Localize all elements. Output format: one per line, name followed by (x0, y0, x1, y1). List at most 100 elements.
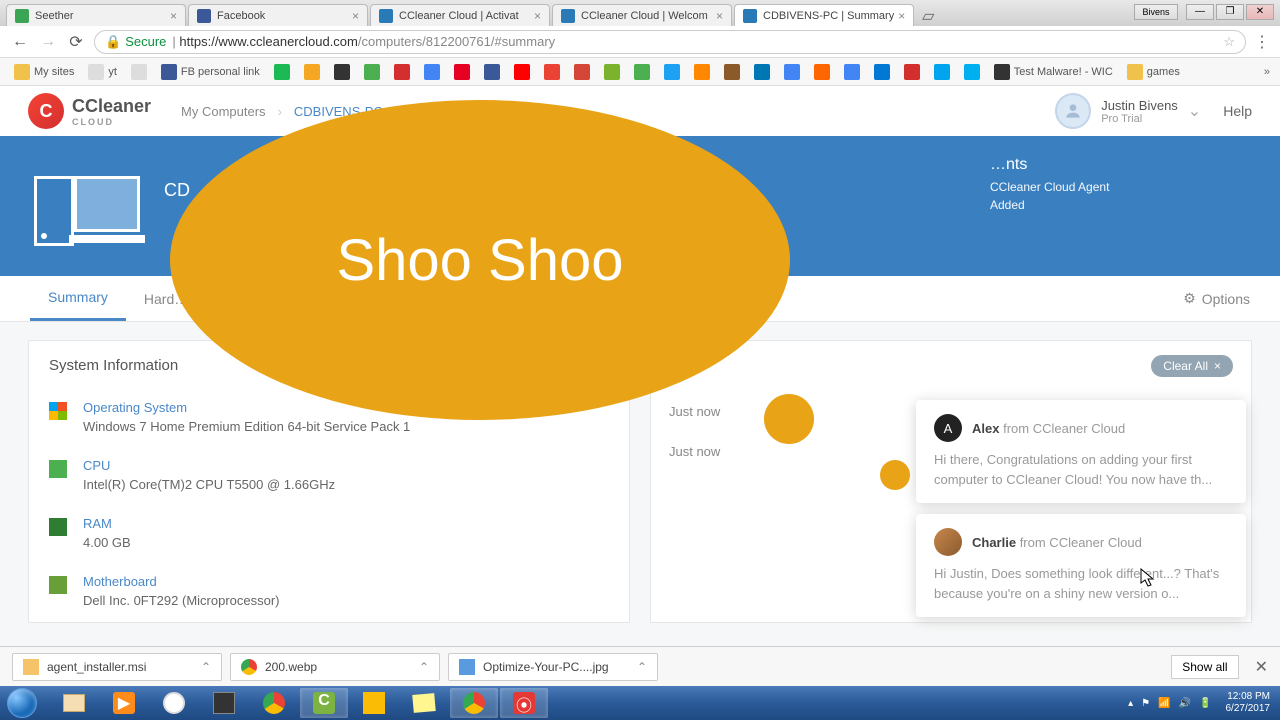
taskbar-explorer-icon[interactable] (50, 688, 98, 718)
cursor-icon (1140, 568, 1156, 593)
options-button[interactable]: ⚙Options (1183, 290, 1250, 307)
start-button[interactable] (0, 686, 44, 720)
close-downloads-bar[interactable]: ✕ (1255, 657, 1268, 677)
browser-menu-button[interactable]: ⋮ (1254, 32, 1270, 52)
bookmark-star-icon[interactable]: ☆ (1223, 34, 1235, 50)
tab-title: CCleaner Cloud | Activat (399, 10, 530, 22)
bookmark-item[interactable] (810, 62, 834, 82)
close-icon[interactable]: × (534, 9, 541, 23)
browser-tab-strip: Seether × Facebook × CCleaner Cloud | Ac… (0, 0, 1280, 26)
bookmark-item[interactable] (900, 62, 924, 82)
close-icon[interactable]: × (716, 9, 723, 23)
system-tray[interactable]: ▴ ⚑ 📶 🔊 🔋 12:08 PM 6/27/2017 (1128, 691, 1270, 715)
chevron-up-icon[interactable]: ⌃ (637, 660, 647, 674)
bookmark-item[interactable] (510, 62, 534, 82)
browser-tab[interactable]: CCleaner Cloud | Activat × (370, 4, 550, 26)
bookmark-favicon-icon (544, 64, 560, 80)
bookmark-item[interactable] (330, 62, 354, 82)
bookmark-favicon-icon (424, 64, 440, 80)
bookmark-favicon-icon (664, 64, 680, 80)
browser-tab[interactable]: Seether × (6, 4, 186, 26)
bookmark-item[interactable] (480, 62, 504, 82)
user-menu[interactable]: Justin Bivens Pro Trial ⌄ Help (1055, 93, 1252, 129)
close-window-button[interactable]: ✕ (1246, 4, 1274, 20)
chevron-up-icon[interactable]: ⌃ (419, 660, 429, 674)
bookmarks-overflow-button[interactable]: » (1264, 66, 1270, 78)
chrome-user-badge[interactable]: Bivens (1134, 4, 1178, 20)
bookmark-item[interactable] (420, 62, 444, 82)
bookmark-item[interactable] (127, 62, 151, 82)
bookmark-item[interactable] (600, 62, 624, 82)
bookmark-item[interactable] (630, 62, 654, 82)
close-icon[interactable]: × (898, 9, 905, 23)
download-item[interactable]: Optimize-Your-PC....jpg ⌃ (448, 653, 658, 681)
taskbar-recorder-icon[interactable]: ⦿ (500, 688, 548, 718)
favicon-icon (379, 9, 393, 23)
bookmark-item[interactable] (540, 62, 564, 82)
show-all-downloads-button[interactable]: Show all (1171, 655, 1238, 679)
bookmark-favicon-icon (874, 64, 890, 80)
overlay-dot (764, 394, 814, 444)
chevron-up-icon[interactable]: ⌃ (201, 660, 211, 674)
browser-tab-active[interactable]: CDBIVENS-PC | Summary × (734, 4, 914, 26)
bookmark-item[interactable] (870, 62, 894, 82)
taskbar-clock-icon[interactable] (150, 688, 198, 718)
close-icon[interactable]: × (352, 9, 359, 23)
tray-flag-icon[interactable]: ⚑ (1141, 698, 1150, 709)
bookmark-item[interactable] (960, 62, 984, 82)
taskbar-chrome-icon[interactable] (250, 688, 298, 718)
bookmark-item[interactable]: games (1123, 62, 1184, 82)
bookmark-favicon-icon (934, 64, 950, 80)
close-icon[interactable]: × (170, 9, 177, 23)
bookmark-item[interactable]: FB personal link (157, 62, 264, 82)
download-item[interactable]: 200.webp ⌃ (230, 653, 440, 681)
tray-battery-icon[interactable]: 🔋 (1199, 698, 1211, 709)
taskbar-app-icon[interactable] (350, 688, 398, 718)
bookmark-item[interactable] (390, 62, 414, 82)
taskbar-camtasia-icon[interactable]: C (300, 688, 348, 718)
bookmark-item[interactable] (930, 62, 954, 82)
bookmark-item[interactable] (450, 62, 474, 82)
tray-volume-icon[interactable]: 🔊 (1179, 698, 1191, 709)
taskbar-notes-icon[interactable] (400, 688, 448, 718)
browser-tab[interactable]: Facebook × (188, 4, 368, 26)
tray-chevron-icon[interactable]: ▴ (1128, 698, 1133, 709)
back-button[interactable]: ← (10, 32, 30, 52)
logo[interactable]: C CCleaner CLOUD (28, 93, 151, 129)
chat-notification[interactable]: A Alex from CCleaner Cloud Hi there, Con… (916, 400, 1246, 503)
minimize-button[interactable]: — (1186, 4, 1214, 20)
breadcrumb-root[interactable]: My Computers (181, 104, 266, 119)
taskbar-chrome-active-icon[interactable] (450, 688, 498, 718)
bookmark-item[interactable] (750, 62, 774, 82)
bookmark-item[interactable] (270, 62, 294, 82)
secure-label: Secure (125, 34, 166, 49)
browser-tab[interactable]: CCleaner Cloud | Welcom × (552, 4, 732, 26)
url-field[interactable]: 🔒 Secure | https://www.ccleanercloud.com… (94, 30, 1246, 54)
bookmark-item[interactable] (720, 62, 744, 82)
maximize-button[interactable]: ❐ (1216, 4, 1244, 20)
help-link[interactable]: Help (1223, 103, 1252, 119)
new-tab-button[interactable]: ▱ (916, 6, 940, 26)
downloads-bar: agent_installer.msi ⌃ 200.webp ⌃ Optimiz… (0, 646, 1280, 686)
taskbar-media-icon[interactable]: ▶ (100, 688, 148, 718)
taskbar-app-icon[interactable] (200, 688, 248, 718)
forward-button[interactable]: → (38, 32, 58, 52)
bookmark-item[interactable] (360, 62, 384, 82)
bookmark-item[interactable] (780, 62, 804, 82)
chat-notification[interactable]: Charlie from CCleaner Cloud Hi Justin, D… (916, 514, 1246, 617)
bookmark-item[interactable] (840, 62, 864, 82)
clear-all-button[interactable]: Clear All× (1151, 355, 1233, 377)
bookmark-item[interactable] (300, 62, 324, 82)
bookmark-item[interactable] (660, 62, 684, 82)
reload-button[interactable]: ⟳ (66, 32, 86, 52)
tray-network-icon[interactable]: 📶 (1158, 698, 1170, 709)
mb-label: Motherboard (83, 574, 280, 589)
download-item[interactable]: agent_installer.msi ⌃ (12, 653, 222, 681)
bookmark-item[interactable] (570, 62, 594, 82)
bookmark-item[interactable] (690, 62, 714, 82)
bookmark-item[interactable]: My sites (10, 62, 78, 82)
taskbar-clock[interactable]: 12:08 PM 6/27/2017 (1226, 691, 1271, 715)
bookmark-item[interactable]: Test Malware! - WIC (990, 62, 1117, 82)
tab-summary[interactable]: Summary (30, 276, 126, 321)
bookmark-item[interactable]: yt (84, 62, 121, 82)
